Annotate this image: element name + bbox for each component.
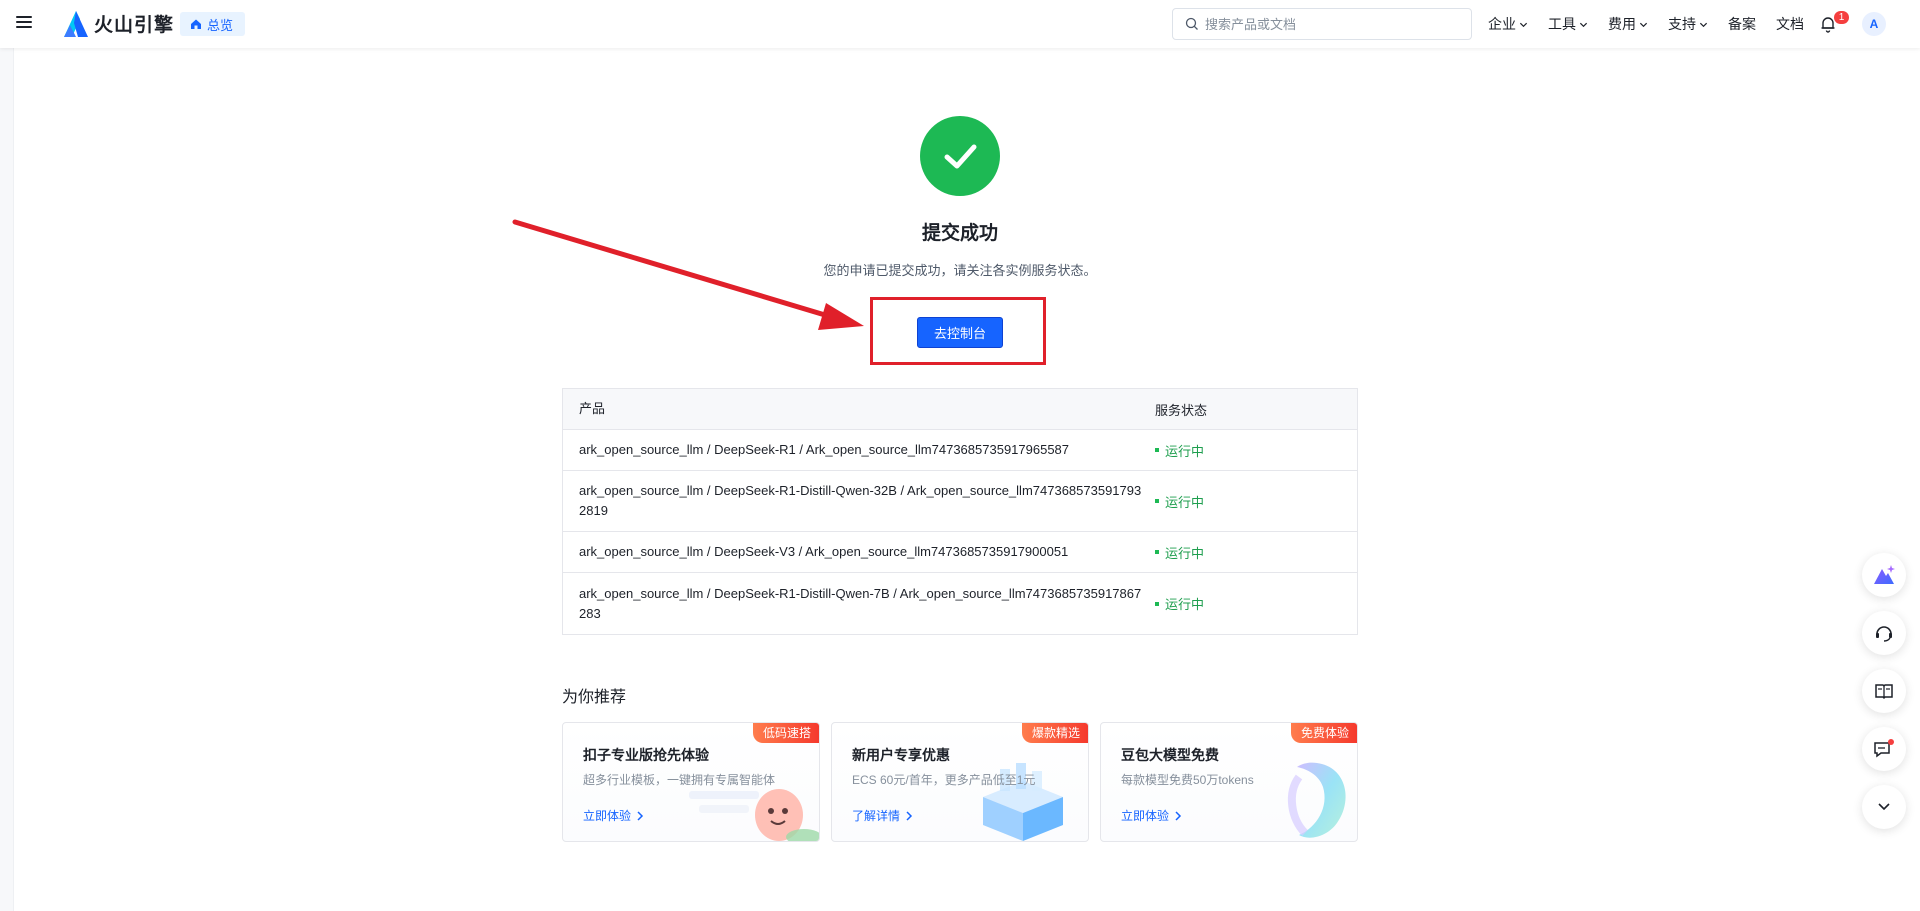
card-title: 扣子专业版抢先体验 (583, 747, 709, 763)
overview-label: 总览 (207, 17, 234, 33)
chevron-down-icon (1579, 22, 1588, 27)
column-header-status: 服务状态 (1155, 402, 1208, 418)
product-cell: ark_open_source_llm / DeepSeek-V3 / Ark_… (579, 544, 1069, 559)
status-text: 运行中 (1165, 443, 1205, 459)
product-cell: ark_open_source_llm / DeepSeek-R1-Distil… (579, 585, 1142, 621)
status-dot-icon (1155, 550, 1159, 554)
nav-tools[interactable]: 工具 (1548, 14, 1588, 34)
status-dot-icon (1155, 499, 1159, 503)
success-title: 提交成功 (921, 223, 998, 244)
hamburger-menu-icon[interactable] (14, 13, 34, 33)
card-description: ECS 60元/首年，更多产品低至1元 (852, 773, 1036, 787)
home-icon (191, 19, 201, 29)
ai-assistant-icon (1874, 565, 1895, 584)
docs-book-icon (1875, 684, 1893, 700)
nav-docs[interactable]: 文档 (1776, 14, 1804, 34)
success-check-icon (920, 116, 1000, 196)
card-title: 新用户专享优惠 (852, 747, 950, 763)
search-input[interactable] (1205, 16, 1455, 32)
nav-tools-label: 工具 (1548, 16, 1576, 32)
recommend-card-doubao[interactable]: 免费体验 豆包大模型免费 每款模型免费50万tokens 立即体验 (1100, 722, 1358, 842)
status-cell: 运行中 (1155, 543, 1357, 562)
nav-docs-label: 文档 (1776, 16, 1804, 32)
nav-enterprise-label: 企业 (1488, 16, 1516, 32)
recommend-cards: 低码速搭 扣子专业版抢先体验 超多行业模板，一键拥有专属智能体 立即体验 爆款精… (562, 722, 1358, 842)
card-tag: 低码速搭 (752, 723, 819, 743)
overview-button[interactable]: 总览 (180, 12, 246, 36)
nav-enterprise[interactable]: 企业 (1488, 14, 1528, 34)
card-link[interactable]: 立即体验 (1121, 807, 1182, 824)
top-nav: 企业 工具 费用 支持 备案 文档 (1488, 0, 1824, 48)
status-cell: 运行中 (1155, 441, 1357, 460)
customer-service-button[interactable] (1862, 611, 1906, 655)
feedback-icon (1874, 739, 1894, 758)
chevron-down-icon (1699, 22, 1708, 27)
product-cell: ark_open_source_llm / DeepSeek-R1 / Ark_… (579, 442, 1070, 457)
status-cell: 运行中 (1155, 492, 1357, 511)
volcano-logo-icon (64, 10, 88, 37)
nav-filing[interactable]: 备案 (1728, 14, 1756, 34)
table-row: ark_open_source_llm / DeepSeek-R1-Distil… (563, 573, 1357, 634)
go-to-console-button[interactable]: 去控制台 (917, 317, 1003, 348)
success-description: 您的申请已提交成功，请关注各实例服务状态。 (823, 263, 1097, 278)
recommend-section-title: 为你推荐 (562, 689, 627, 706)
table-row: ark_open_source_llm / DeepSeek-V3 / Ark_… (563, 532, 1357, 573)
checkmark-icon (944, 144, 977, 169)
search-box[interactable] (1172, 8, 1472, 40)
chevron-right-icon (637, 810, 644, 821)
product-cell: ark_open_source_llm / DeepSeek-R1-Distil… (579, 483, 1142, 518)
card-link[interactable]: 立即体验 (583, 807, 644, 824)
feedback-button[interactable] (1862, 727, 1906, 771)
nav-support-label: 支持 (1668, 16, 1696, 32)
brand-name: 火山引擎 (94, 15, 175, 36)
recommend-card-coze[interactable]: 低码速搭 扣子专业版抢先体验 超多行业模板，一键拥有专属智能体 立即体验 (562, 722, 820, 842)
chevron-right-icon (906, 810, 913, 821)
nav-billing[interactable]: 费用 (1608, 14, 1648, 34)
card-tag: 免费体验 (1290, 723, 1357, 743)
table-row: ark_open_source_llm / DeepSeek-R1 / Ark_… (563, 430, 1357, 471)
card-tag: 爆款精选 (1021, 723, 1088, 743)
collapse-tools-button[interactable] (1862, 785, 1906, 829)
card-link-label: 了解详情 (852, 809, 901, 823)
status-text: 运行中 (1165, 597, 1205, 612)
nav-support[interactable]: 支持 (1668, 14, 1708, 34)
card-link-label: 立即体验 (1121, 809, 1170, 823)
card-link-label: 立即体验 (583, 809, 632, 823)
user-avatar[interactable]: A (1862, 12, 1886, 36)
left-collapsed-sidebar (0, 48, 14, 911)
nav-filing-label: 备案 (1728, 16, 1756, 32)
chevron-down-icon (1639, 22, 1648, 27)
card-link[interactable]: 了解详情 (852, 807, 913, 824)
card-description: 每款模型免费50万tokens (1121, 773, 1254, 787)
status-dot-icon (1155, 601, 1159, 606)
table-row: ark_open_source_llm / DeepSeek-R1-Distil… (563, 471, 1357, 532)
top-navbar: 火山引擎 总览 企业 工具 费用 支持 备案 (0, 0, 1920, 48)
collapse-chevron-icon (1878, 803, 1890, 811)
table-header: 产品 服务状态 (563, 389, 1357, 430)
recommend-card-new-user[interactable]: 爆款精选 新用户专享优惠 ECS 60元/首年，更多产品低至1元 了解详情 (831, 722, 1089, 842)
docs-button[interactable] (1862, 669, 1906, 713)
notification-count-badge: 1 (1834, 11, 1849, 24)
chevron-right-icon (1175, 810, 1182, 821)
status-dot-icon (1155, 448, 1159, 452)
search-icon (1185, 17, 1198, 30)
chevron-down-icon (1519, 22, 1528, 27)
status-cell: 运行中 (1155, 594, 1357, 613)
brand-logo[interactable]: 火山引擎 (64, 10, 174, 37)
doubao-ribbon-illustration (1287, 762, 1346, 838)
card-description: 超多行业模板，一键拥有专属智能体 (583, 773, 776, 787)
customer-service-icon (1876, 626, 1892, 642)
card-title: 豆包大模型免费 (1121, 747, 1219, 763)
status-text: 运行中 (1165, 494, 1205, 510)
ai-assistant-button[interactable] (1862, 553, 1906, 597)
product-status-table: 产品 服务状态 ark_open_source_llm / DeepSeek-R… (562, 388, 1358, 635)
status-text: 运行中 (1165, 545, 1205, 561)
column-header-product: 产品 (579, 401, 606, 416)
nav-billing-label: 费用 (1608, 16, 1636, 32)
